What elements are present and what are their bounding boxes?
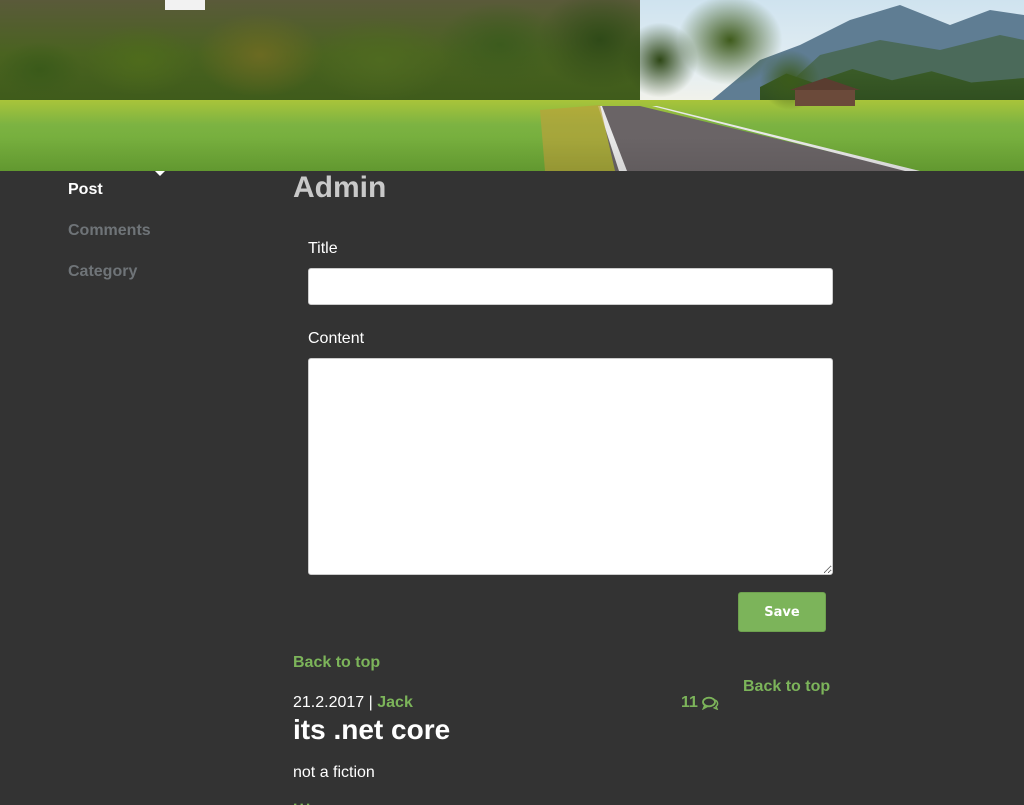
content-textarea[interactable] xyxy=(308,358,833,575)
post-date: 21.2.2017 xyxy=(293,694,365,711)
page-title: Admin xyxy=(293,171,387,204)
header-banner-image xyxy=(0,0,1024,171)
page: Post Comments Category Admin Title Conte… xyxy=(0,0,1024,805)
comment-count: 11 xyxy=(681,694,698,711)
content-label: Content xyxy=(308,330,365,347)
read-more-link[interactable]: ... xyxy=(293,793,312,805)
post-excerpt: not a fiction xyxy=(293,764,375,781)
title-input[interactable] xyxy=(308,268,833,305)
comment-count-link[interactable]: 11 xyxy=(681,694,719,712)
post-title[interactable]: its .net core xyxy=(293,712,450,748)
comments-icon xyxy=(701,696,719,710)
sidebar-item-comments[interactable]: Comments xyxy=(68,220,268,242)
meta-separator: | xyxy=(368,694,373,711)
back-to-top-link[interactable]: Back to top xyxy=(293,654,380,672)
back-to-top-link-secondary[interactable]: Back to top xyxy=(743,678,830,696)
sidebar-item-category[interactable]: Category xyxy=(68,261,268,283)
post-meta: 21.2.2017 | Jack xyxy=(293,694,413,712)
save-button[interactable]: Save xyxy=(738,592,826,632)
sidebar-nav: Post Comments Category xyxy=(68,179,268,302)
post-author-link[interactable]: Jack xyxy=(377,694,413,711)
sidebar-item-post[interactable]: Post xyxy=(68,179,268,201)
active-indicator-caret xyxy=(155,171,165,176)
title-label: Title xyxy=(308,240,338,257)
